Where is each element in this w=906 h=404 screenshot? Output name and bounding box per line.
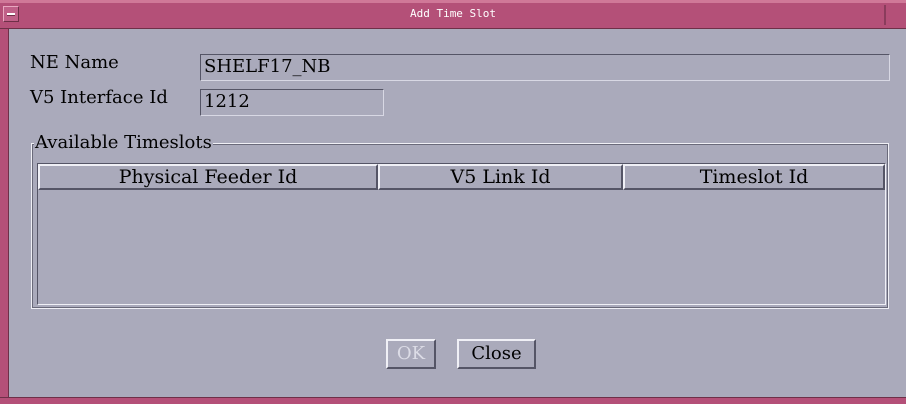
available-timeslots-title: Available Timeslots	[34, 132, 213, 154]
ne-name-label: NE Name	[30, 52, 119, 73]
column-header-physical-feeder-id[interactable]: Physical Feeder Id	[38, 164, 378, 190]
close-button[interactable]: Close	[457, 339, 536, 369]
v5-interface-id-field: 1212	[200, 89, 384, 116]
v5-interface-id-label: V5 Interface Id	[30, 87, 168, 108]
column-header-timeslot-id[interactable]: Timeslot Id	[623, 164, 885, 190]
title-bar[interactable]: Add Time Slot	[0, 3, 906, 29]
column-header-v5-link-id[interactable]: V5 Link Id	[378, 164, 623, 190]
ok-button[interactable]: OK	[386, 339, 436, 369]
window-title: Add Time Slot	[409, 7, 497, 20]
add-time-slot-dialog: Add Time Slot NE Name SHELF17_NB V5 Inte…	[0, 0, 906, 404]
window-frame-left	[0, 29, 9, 397]
ne-name-field: SHELF17_NB	[200, 54, 890, 81]
timeslots-table[interactable]: Physical Feeder Id V5 Link Id Timeslot I…	[37, 163, 886, 305]
timeslots-table-body[interactable]	[38, 190, 885, 304]
title-bar-divider	[884, 5, 886, 25]
